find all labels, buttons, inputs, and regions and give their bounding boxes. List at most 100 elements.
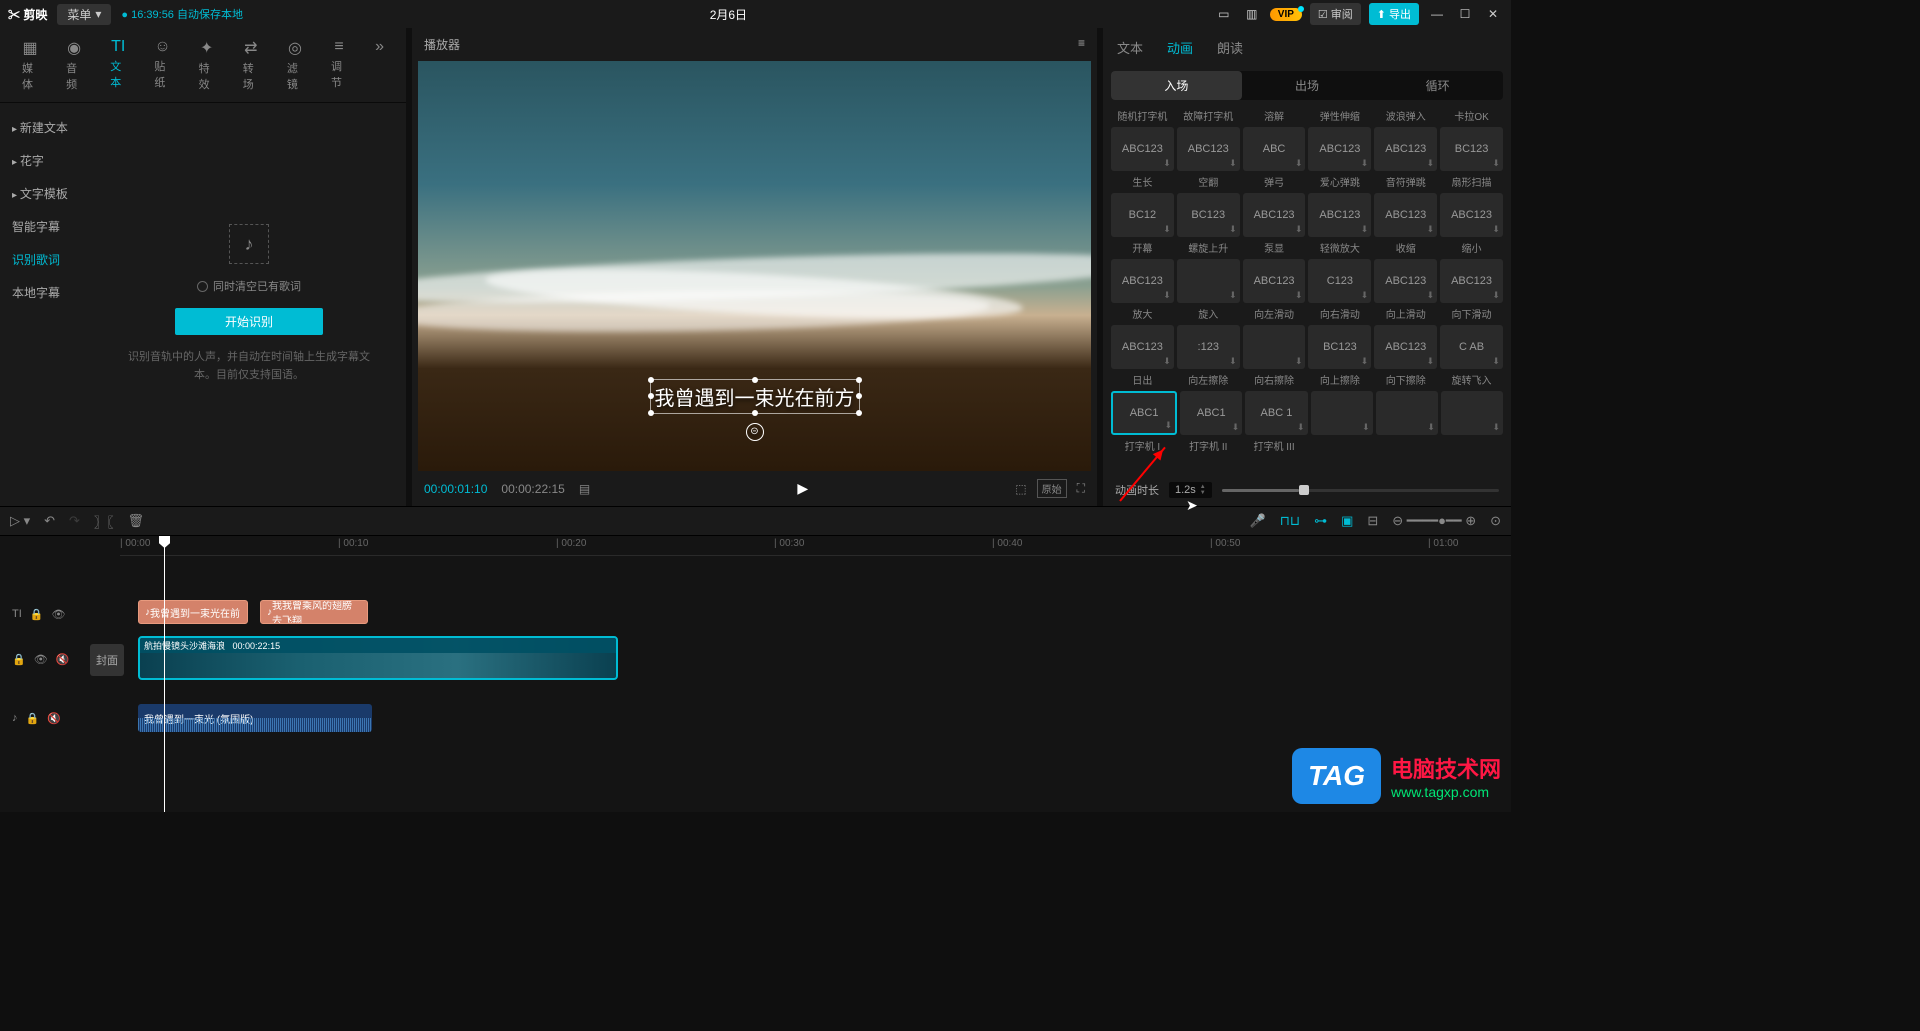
anim-preset[interactable]: C AB⬇ xyxy=(1440,325,1503,369)
video-preview[interactable]: 我曾遇到一束光在前方 ⊝ xyxy=(418,61,1091,471)
anim-preset[interactable]: ABC123⬇ xyxy=(1308,193,1371,237)
anim-preset[interactable]: ABC123⬇ xyxy=(1111,259,1174,303)
lock-icon[interactable]: 🔒 xyxy=(26,712,40,725)
anim-preset[interactable]: ABC⬇ xyxy=(1243,127,1306,171)
download-icon[interactable]: ⬇ xyxy=(1492,224,1500,235)
tab-effect[interactable]: ✦特效 xyxy=(185,34,229,96)
anim-preset[interactable]: ABC123⬇ xyxy=(1440,193,1503,237)
text-clip-2[interactable]: ♪ 我我曾乘风的翅膀去飞翔 xyxy=(260,600,368,624)
download-icon[interactable]: ⬇ xyxy=(1361,356,1369,367)
mute-icon[interactable]: 🔇 xyxy=(56,653,70,666)
eye-icon[interactable]: 👁 xyxy=(51,608,65,621)
checkbox[interactable] xyxy=(197,281,208,292)
delete-subtitle-icon[interactable]: ⊝ xyxy=(746,423,764,441)
side-flower[interactable]: 花字 xyxy=(0,144,92,177)
zoom-out-icon[interactable]: ⊖ ━━━━●━━ ⊕ xyxy=(1392,513,1476,529)
download-icon[interactable]: ⬇ xyxy=(1295,356,1303,367)
redo-icon[interactable]: ↷ xyxy=(69,513,80,529)
rtab-animation[interactable]: 动画 xyxy=(1167,38,1193,57)
export-button[interactable]: ⬆ 导出 xyxy=(1369,3,1419,25)
anim-preset[interactable]: ⬇ xyxy=(1441,391,1503,435)
download-icon[interactable]: ⬇ xyxy=(1427,422,1435,433)
video-clip[interactable]: 航拍慢镜头沙滩海浪 00:00:22:15 xyxy=(138,636,618,680)
download-icon[interactable]: ⬇ xyxy=(1361,158,1369,169)
rtab-text[interactable]: 文本 xyxy=(1117,38,1143,57)
anim-preset[interactable]: BC123⬇ xyxy=(1440,127,1503,171)
mute-icon[interactable]: 🔇 xyxy=(47,712,61,725)
eye-icon[interactable]: 👁 xyxy=(34,653,48,666)
tab-adjust[interactable]: ≡调节 xyxy=(317,34,361,96)
anim-preset[interactable]: ABC123⬇ xyxy=(1374,325,1437,369)
review-button[interactable]: ☑ 审阅 xyxy=(1310,3,1361,25)
anim-preset[interactable]: ABC123⬇ xyxy=(1111,325,1174,369)
download-icon[interactable]: ⬇ xyxy=(1427,290,1435,301)
tab-more[interactable]: » xyxy=(361,34,398,96)
subtab-loop[interactable]: 循环 xyxy=(1372,71,1503,100)
duration-slider[interactable] xyxy=(1222,489,1499,492)
side-local[interactable]: 本地字幕 xyxy=(0,276,92,309)
download-icon[interactable]: ⬇ xyxy=(1229,290,1237,301)
side-new-text[interactable]: 新建文本 xyxy=(0,111,92,144)
download-icon[interactable]: ⬇ xyxy=(1163,356,1171,367)
download-icon[interactable]: ⬇ xyxy=(1361,224,1369,235)
vip-badge[interactable]: VIP xyxy=(1270,8,1302,21)
download-icon[interactable]: ⬇ xyxy=(1163,158,1171,169)
anim-preset[interactable]: ABC123⬇ xyxy=(1308,127,1371,171)
stepper-icon[interactable]: ▲▼ xyxy=(1200,484,1206,496)
timeline[interactable]: | 00:00| 00:10| 00:20| 00:30| 00:40| 00:… xyxy=(0,536,1511,812)
side-lyrics[interactable]: 识别歌词 xyxy=(0,243,92,276)
download-icon[interactable]: ⬇ xyxy=(1295,290,1303,301)
duration-input[interactable]: 1.2s▲▼ xyxy=(1169,482,1212,498)
anim-preset[interactable]: ⬇ xyxy=(1243,325,1306,369)
playhead[interactable] xyxy=(164,536,165,812)
crop-icon[interactable]: ⬚ xyxy=(1015,482,1026,496)
anim-preset[interactable]: ABC1⬇ xyxy=(1180,391,1242,435)
tab-audio[interactable]: ◉音频 xyxy=(52,34,96,96)
anim-preset[interactable]: ⬇ xyxy=(1311,391,1373,435)
delete-icon[interactable]: 🗑 xyxy=(127,513,144,529)
anim-preset[interactable]: ABC123⬇ xyxy=(1177,127,1240,171)
link-icon[interactable]: ⊶ xyxy=(1314,513,1327,529)
anim-preset[interactable]: ABC 1⬇ xyxy=(1245,391,1307,435)
rtab-read[interactable]: 朗读 xyxy=(1217,38,1243,57)
download-icon[interactable]: ⬇ xyxy=(1297,422,1305,433)
download-icon[interactable]: ⬇ xyxy=(1229,356,1237,367)
split-icon[interactable]: 〗〖 xyxy=(94,512,114,531)
tab-media[interactable]: ▦媒体 xyxy=(8,34,52,96)
list-icon[interactable]: ▤ xyxy=(579,482,590,496)
download-icon[interactable]: ⬇ xyxy=(1361,290,1369,301)
anim-preset[interactable]: BC12⬇ xyxy=(1111,193,1174,237)
subtab-in[interactable]: 入场 xyxy=(1111,71,1242,100)
subtitle-text[interactable]: 我曾遇到一束光在前方 ⊝ xyxy=(650,379,860,414)
anim-preset[interactable]: BC123⬇ xyxy=(1177,193,1240,237)
start-recognition-button[interactable]: 开始识别 xyxy=(175,308,323,335)
align-icon[interactable]: ⊟ xyxy=(1367,513,1378,529)
close-icon[interactable]: ✕ xyxy=(1483,7,1503,21)
fullscreen-icon[interactable]: ⛶ xyxy=(1077,481,1085,496)
download-icon[interactable]: ⬇ xyxy=(1427,224,1435,235)
anim-preset[interactable]: ABC123⬇ xyxy=(1374,127,1437,171)
anim-preset[interactable]: ⬇ xyxy=(1376,391,1438,435)
download-icon[interactable]: ⬇ xyxy=(1295,224,1303,235)
tab-transition[interactable]: ⇄转场 xyxy=(229,34,273,96)
tab-filter[interactable]: ◎滤镜 xyxy=(273,34,317,96)
side-template[interactable]: 文字模板 xyxy=(0,177,92,210)
magnet-icon[interactable]: ⊓⊔ xyxy=(1280,513,1300,529)
anim-preset[interactable]: ⬇ xyxy=(1177,259,1240,303)
play-button[interactable]: ▶ xyxy=(604,480,1001,497)
anim-preset[interactable]: ABC123⬇ xyxy=(1374,259,1437,303)
side-smart[interactable]: 智能字幕 xyxy=(0,210,92,243)
maximize-icon[interactable]: ☐ xyxy=(1455,7,1475,21)
download-icon[interactable]: ⬇ xyxy=(1492,422,1500,433)
anim-preset[interactable]: ABC123⬇ xyxy=(1374,193,1437,237)
download-icon[interactable]: ⬇ xyxy=(1362,422,1370,433)
minimize-icon[interactable]: — xyxy=(1427,7,1447,21)
pointer-icon[interactable]: ▷ ▾ xyxy=(10,513,30,529)
cover-button[interactable]: 封面 xyxy=(90,644,124,676)
anim-preset[interactable]: C123⬇ xyxy=(1308,259,1371,303)
download-icon[interactable]: ⬇ xyxy=(1492,158,1500,169)
time-ruler[interactable]: | 00:00| 00:10| 00:20| 00:30| 00:40| 00:… xyxy=(120,536,1511,556)
layout-icon2[interactable]: ▥ xyxy=(1242,7,1262,21)
download-icon[interactable]: ⬇ xyxy=(1163,290,1171,301)
tab-sticker[interactable]: ☺贴纸 xyxy=(140,34,184,96)
